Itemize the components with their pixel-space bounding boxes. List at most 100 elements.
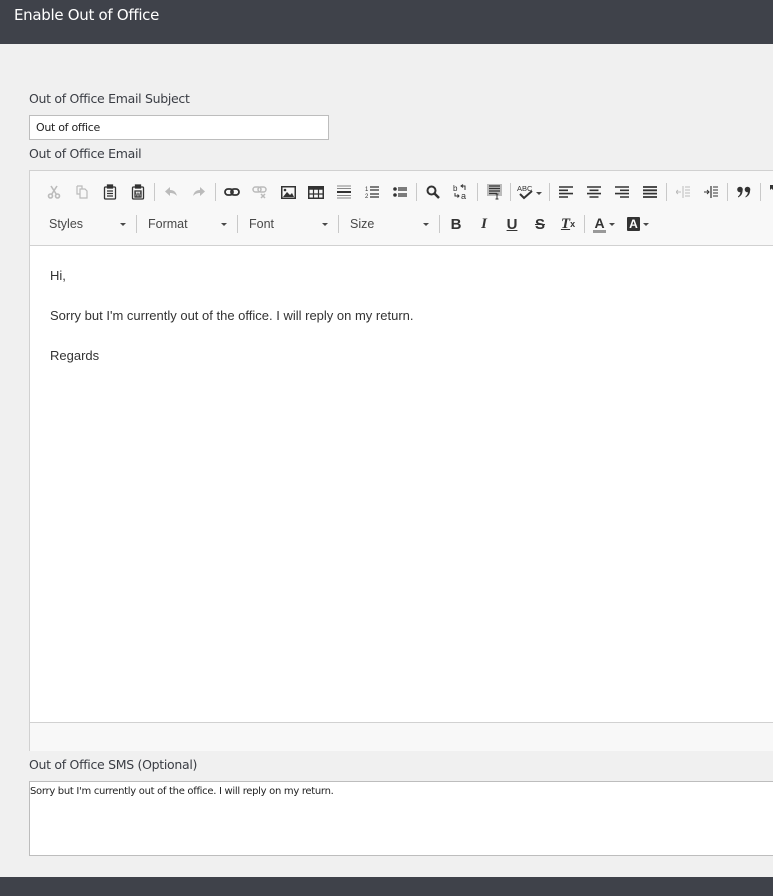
svg-text:b: b bbox=[453, 184, 458, 193]
align-left-icon bbox=[559, 186, 573, 198]
email-body-line: Sorry but I'm currently out of the offic… bbox=[50, 308, 414, 323]
toolbar-separator bbox=[727, 183, 728, 201]
format-dropdown[interactable]: Format bbox=[139, 212, 235, 236]
page-title: Enable Out of Office bbox=[14, 6, 160, 24]
toolbar-separator bbox=[215, 183, 216, 201]
toolbar-separator bbox=[760, 183, 761, 201]
copy-icon bbox=[76, 185, 88, 199]
editor-toolbar: W 1 2 b a ABC Styles Format Font Size B … bbox=[30, 171, 773, 246]
outdent-icon bbox=[676, 186, 690, 198]
toolbar-separator bbox=[338, 215, 339, 233]
toolbar-row-1: W 1 2 b a ABC bbox=[40, 179, 773, 205]
styles-dropdown[interactable]: Styles bbox=[40, 212, 134, 236]
remove-format-icon: T bbox=[560, 215, 571, 232]
sms-textarea[interactable]: Sorry but I'm currently out of the offic… bbox=[29, 781, 773, 856]
redo-icon bbox=[193, 187, 205, 196]
toolbar-separator bbox=[154, 183, 155, 201]
chevron-down-icon bbox=[642, 222, 649, 226]
replace-button[interactable]: ba bbox=[447, 180, 475, 204]
size-label: Size bbox=[350, 217, 375, 231]
chevron-down-icon bbox=[608, 222, 615, 226]
undo-button[interactable] bbox=[157, 180, 185, 204]
image-button[interactable] bbox=[274, 180, 302, 204]
text-color-button[interactable]: A bbox=[587, 212, 621, 236]
horizontal-line-icon bbox=[337, 185, 351, 199]
size-dropdown[interactable]: Size bbox=[341, 212, 437, 236]
toolbar-separator bbox=[136, 215, 137, 233]
cut-button[interactable] bbox=[40, 180, 68, 204]
toolbar-separator bbox=[549, 183, 550, 201]
svg-text:1: 1 bbox=[365, 187, 369, 193]
toolbar-separator bbox=[477, 183, 478, 201]
align-right-icon bbox=[615, 186, 629, 198]
bulleted-list-icon bbox=[393, 187, 407, 197]
chevron-down-icon bbox=[322, 222, 328, 226]
svg-text:2: 2 bbox=[365, 194, 369, 199]
sms-label: Out of Office SMS (Optional) bbox=[29, 757, 198, 772]
toolbar-separator bbox=[666, 183, 667, 201]
spell-check-icon: ABC bbox=[517, 184, 542, 200]
email-editor: W 1 2 b a ABC Styles Format Font Size B … bbox=[29, 170, 773, 751]
redo-button[interactable] bbox=[185, 180, 213, 204]
editor-statusbar bbox=[30, 722, 773, 751]
email-label: Out of Office Email bbox=[29, 146, 142, 161]
image-icon bbox=[280, 185, 296, 199]
numbered-list-button[interactable]: 12 bbox=[358, 180, 386, 204]
paste-from-word-button[interactable]: W bbox=[124, 180, 152, 204]
select-all-icon bbox=[486, 184, 502, 200]
editor-content[interactable]: Hi, Sorry but I'm currently out of the o… bbox=[30, 246, 773, 722]
toolbar-separator bbox=[510, 183, 511, 201]
search-icon bbox=[426, 185, 440, 199]
indent-icon bbox=[704, 186, 718, 198]
paste-button[interactable] bbox=[96, 180, 124, 204]
align-right-button[interactable] bbox=[608, 180, 636, 204]
table-button[interactable] bbox=[302, 180, 330, 204]
toolbar-row-2: Styles Format Font Size B I U S T x A A bbox=[40, 211, 655, 237]
chevron-down-icon bbox=[221, 222, 227, 226]
link-button[interactable] bbox=[218, 180, 246, 204]
align-left-button[interactable] bbox=[552, 180, 580, 204]
font-dropdown[interactable]: Font bbox=[240, 212, 336, 236]
chevron-down-icon bbox=[423, 222, 429, 226]
email-body-line: Regards bbox=[50, 348, 100, 363]
svg-text:a: a bbox=[461, 191, 466, 200]
align-center-button[interactable] bbox=[580, 180, 608, 204]
header-bar: Enable Out of Office bbox=[0, 0, 773, 44]
chevron-down-icon bbox=[120, 222, 126, 226]
bulleted-list-button[interactable] bbox=[386, 180, 414, 204]
scissors-icon bbox=[47, 185, 61, 199]
background-color-icon: A bbox=[627, 217, 640, 231]
toolbar-separator bbox=[416, 183, 417, 201]
subject-input[interactable] bbox=[29, 115, 329, 140]
remove-format-sub: x bbox=[570, 219, 576, 229]
decrease-indent-button[interactable] bbox=[669, 180, 697, 204]
strikethrough-button[interactable]: S bbox=[526, 212, 554, 236]
unlink-icon bbox=[252, 186, 267, 199]
spell-check-button[interactable]: ABC bbox=[513, 180, 547, 204]
replace-icon: ba bbox=[453, 184, 466, 200]
toolbar-separator bbox=[439, 215, 440, 233]
select-all-button[interactable] bbox=[480, 180, 508, 204]
bold-button[interactable]: B bbox=[442, 212, 470, 236]
align-center-icon bbox=[587, 186, 601, 198]
italic-button[interactable]: I bbox=[470, 212, 498, 236]
justify-button[interactable] bbox=[636, 180, 664, 204]
blockquote-button[interactable] bbox=[730, 180, 758, 204]
undo-icon bbox=[165, 187, 177, 196]
numbered-list-icon: 12 bbox=[365, 186, 379, 199]
unlink-button[interactable] bbox=[246, 180, 274, 204]
underline-button[interactable]: U bbox=[498, 212, 526, 236]
clipboard-word-icon: W bbox=[131, 184, 145, 200]
copy-button[interactable] bbox=[68, 180, 96, 204]
background-color-button[interactable]: A bbox=[621, 212, 655, 236]
table-icon bbox=[308, 185, 324, 199]
horizontal-line-button[interactable] bbox=[330, 180, 358, 204]
subject-label: Out of Office Email Subject bbox=[29, 91, 190, 106]
find-button[interactable] bbox=[419, 180, 447, 204]
justify-icon bbox=[643, 186, 657, 198]
maximize-button[interactable] bbox=[763, 180, 773, 204]
remove-format-button[interactable]: Tx bbox=[554, 212, 582, 236]
increase-indent-button[interactable] bbox=[697, 180, 725, 204]
toolbar-separator bbox=[584, 215, 585, 233]
font-label: Font bbox=[249, 217, 275, 231]
